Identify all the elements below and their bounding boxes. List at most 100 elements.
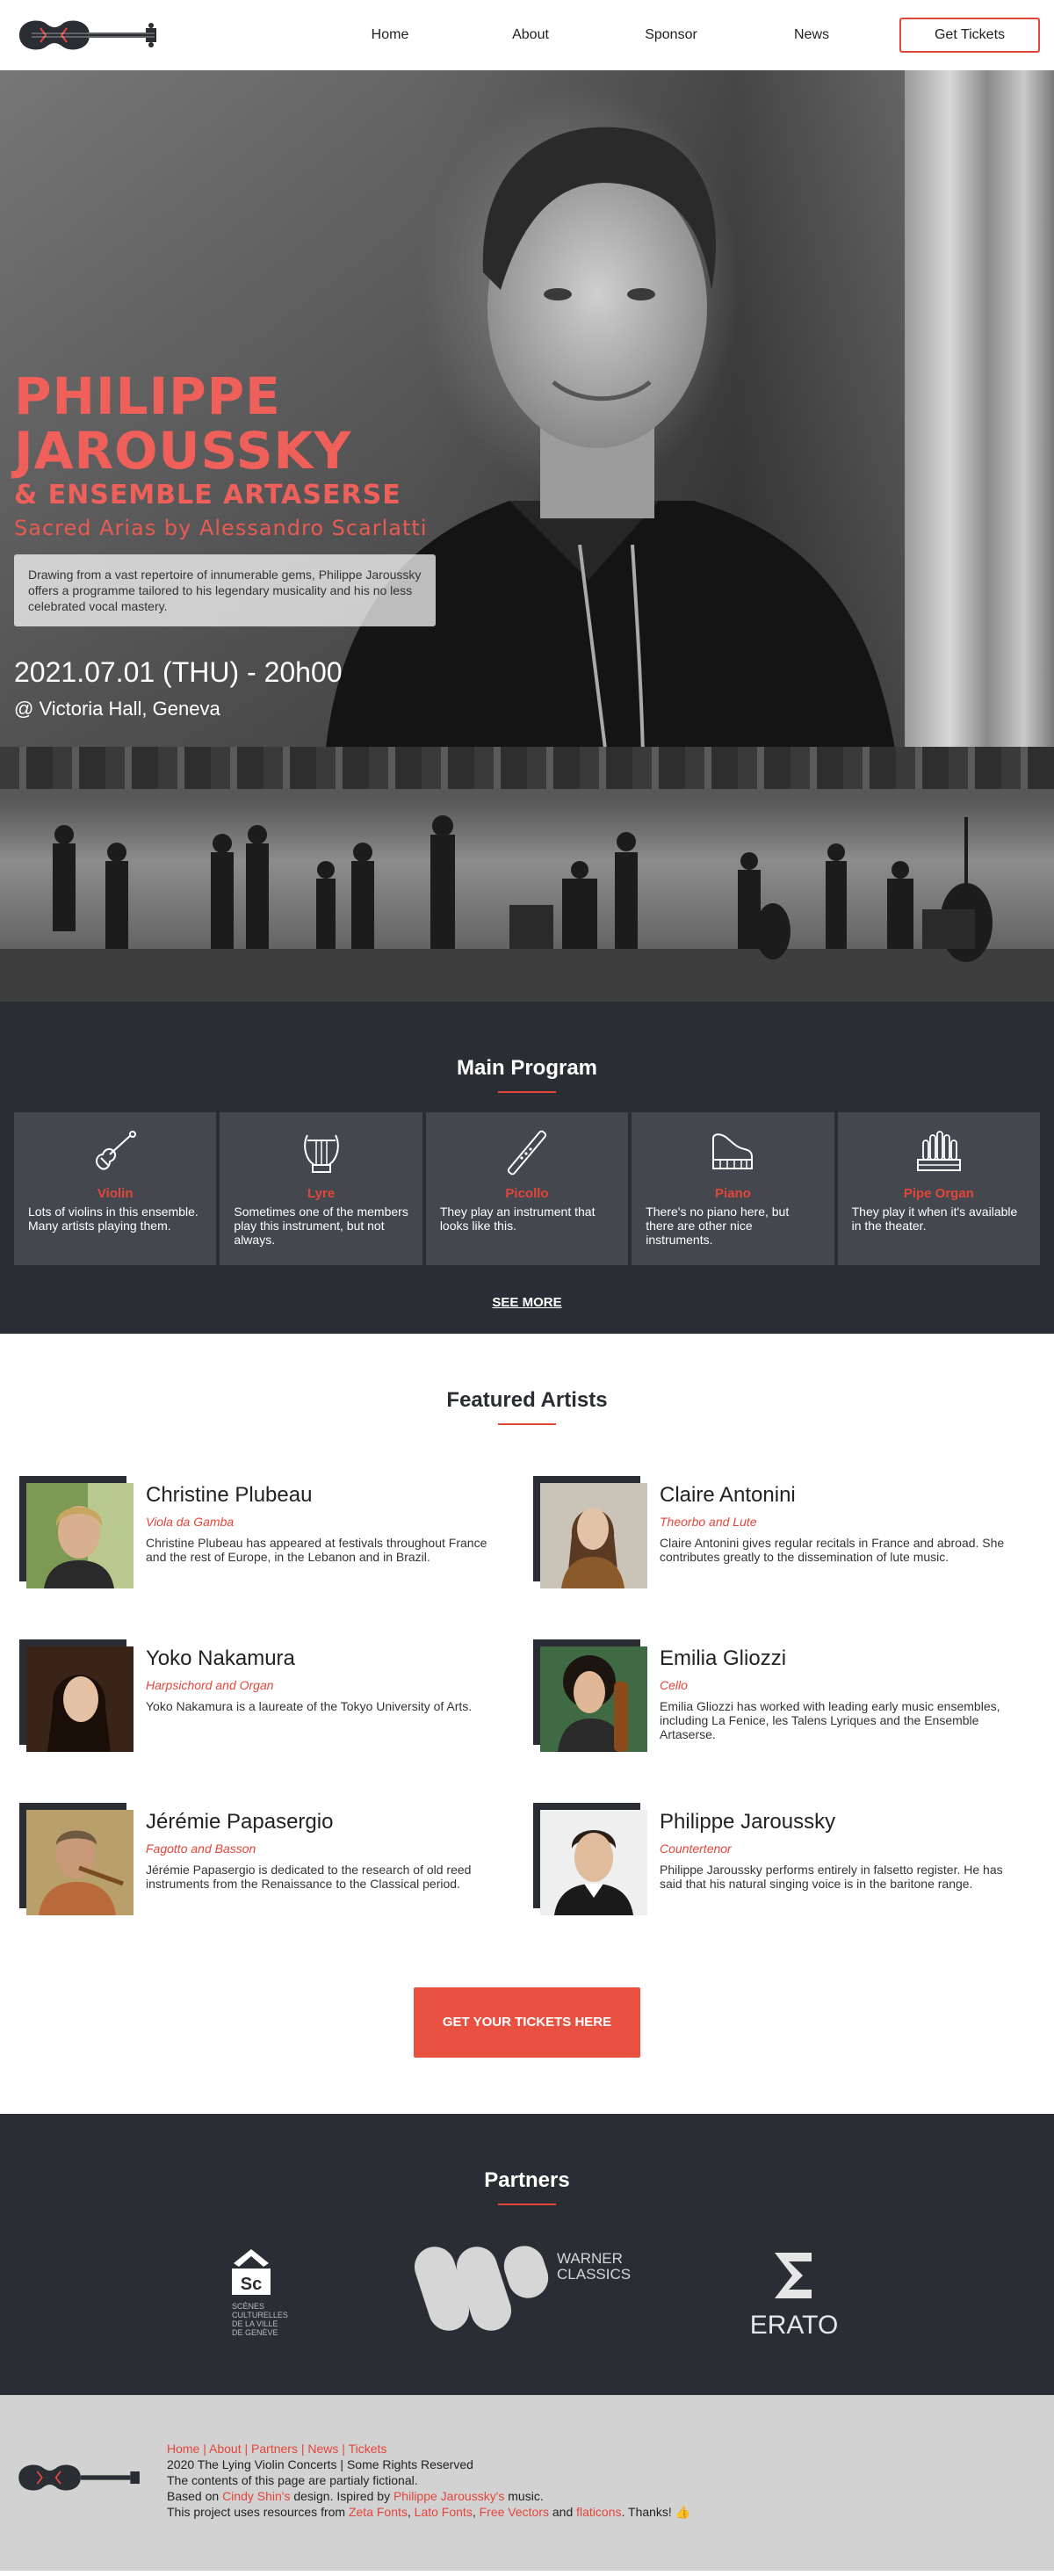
artist-name: Philippe Jaroussky xyxy=(660,1810,836,1834)
artist-card: Jérémie Papasergio Fagotto and Basson Jé… xyxy=(19,1803,533,1915)
cindy-shin-link[interactable]: Cindy Shin's xyxy=(222,2489,290,2503)
artist-photo-frame xyxy=(19,1476,134,1588)
footer-fiction-note: The contents of this page are partialy f… xyxy=(167,2473,418,2487)
partners-section: Partners Sc SCÈNES CULTURELLES DE LA VIL… xyxy=(0,2114,1054,2395)
artist-card: Yoko Nakamura Harpsichord and Organ Yoko… xyxy=(19,1639,533,1752)
erato-logo[interactable]: ERATO xyxy=(750,2253,839,2340)
concert-date: 2021.07.01 (THU) - 20h00 xyxy=(14,656,343,688)
program-desc: There's no piano here, but there are oth… xyxy=(646,1205,790,1247)
artist-role: Countertenor xyxy=(660,1842,732,1856)
artist-role: Viola da Gamba xyxy=(146,1515,235,1529)
artist-bio: Jérémie Papasergio is dedicated to the r… xyxy=(146,1863,472,1891)
violin-logo[interactable] xyxy=(14,9,163,62)
footer-copyright: 2020 The Lying Violin Concerts | Some Ri… xyxy=(167,2457,473,2471)
artist-photo-frame xyxy=(19,1803,134,1915)
sc-logo-text-3: DE LA VILLE xyxy=(232,2319,278,2328)
artist-bio: Emilia Gliozzi has worked with leading e… xyxy=(660,1699,1000,1741)
warner-logo-text-2: CLASSICS xyxy=(557,2266,631,2283)
footer-resources: This project uses resources from Zeta Fo… xyxy=(167,2505,691,2519)
program-card-lyre: Lyre Sometimes one of the members play t… xyxy=(220,1112,422,1265)
artist-card: Christine Plubeau Viola da Gamba Christi… xyxy=(19,1476,533,1588)
artist-card: Claire Antonini Theorbo and Lute Claire … xyxy=(533,1476,1047,1588)
artist-card: Emilia Gliozzi Cello Emilia Gliozzi has … xyxy=(533,1639,1047,1752)
artist-name: Yoko Nakamura xyxy=(146,1646,295,1670)
hero-title: PHILIPPE JAROUSSKY xyxy=(14,366,352,481)
piano-icon xyxy=(712,1133,754,1169)
artist-bio: Philippe Jaroussky performs entirely in … xyxy=(660,1863,1003,1891)
artist-info: Yoko Nakamura Harpsichord and Organ Yoko… xyxy=(146,1639,506,1752)
footer-credits: Based on Cindy Shin's design. Ispired by… xyxy=(167,2489,544,2503)
nav-news[interactable]: News xyxy=(741,27,882,43)
erato-logo-text: ERATO xyxy=(750,2311,839,2340)
artist-role: Cello xyxy=(660,1678,688,1692)
artist-photo-frame xyxy=(533,1803,647,1915)
sc-logo-text-4: DE GENÈVE xyxy=(232,2328,278,2337)
footer-link-news[interactable]: News xyxy=(307,2442,338,2456)
artist-photo xyxy=(540,1810,647,1915)
program-card-violin: Violin Lots of violins in this ensemble.… xyxy=(14,1112,217,1265)
footer-link-home[interactable]: Home xyxy=(167,2442,199,2456)
artist-photo xyxy=(26,1810,134,1915)
sc-logo-mark: Sc xyxy=(241,2275,262,2294)
artist-name: Christine Plubeau xyxy=(146,1483,313,1507)
footer-link-about[interactable]: About xyxy=(209,2442,242,2456)
program-desc: They play an instrument that looks like … xyxy=(439,1205,596,1233)
program-desc: They play it when it's available in the … xyxy=(851,1205,1018,1233)
get-your-tickets-button[interactable]: GET YOUR TICKETS HERE xyxy=(414,1987,640,2058)
hero-program: Sacred Arias by Alessandro Scarlatti xyxy=(14,516,428,540)
free-vectors-link[interactable]: Free Vectors xyxy=(480,2505,549,2519)
artist-info: Philippe Jaroussky Countertenor Philippe… xyxy=(660,1803,1020,1915)
artist-photo-frame xyxy=(19,1639,134,1752)
footer-link-tickets[interactable]: Tickets xyxy=(349,2442,387,2456)
lato-fonts-link[interactable]: Lato Fonts xyxy=(415,2505,473,2519)
program-name: Lyre xyxy=(307,1186,336,1201)
warner-logo-text-1: WARNER xyxy=(557,2250,623,2267)
artist-role: Fagotto and Basson xyxy=(146,1842,256,1856)
main-program-section: Main Program Violin Lots of violins in t… xyxy=(0,1002,1054,1334)
artist-name: Claire Antonini xyxy=(660,1483,796,1507)
artist-bio: Claire Antonini gives regular recitals i… xyxy=(660,1536,1005,1564)
program-desc: Lots of violins in this ensemble. Many a… xyxy=(28,1205,199,1233)
nav-home[interactable]: Home xyxy=(320,27,460,43)
footer-violin-logo[interactable] xyxy=(14,2453,146,2502)
flaticons-link[interactable]: flaticons xyxy=(576,2505,621,2519)
site-header: Home About Sponsor News Get Tickets xyxy=(0,0,1054,70)
artist-role: Theorbo and Lute xyxy=(660,1515,757,1529)
see-more-link[interactable]: SEE MORE xyxy=(492,1295,561,1310)
program-card-piccolo: Picollo They play an instrument that loo… xyxy=(425,1112,629,1265)
hero-text: PHILIPPE JAROUSSKY & ENSEMBLE ARTASERSE … xyxy=(14,369,629,720)
sc-logo-text-2: CULTURELLES xyxy=(232,2311,288,2319)
footer-links: Home | About | Partners | News | Tickets xyxy=(167,2442,387,2456)
artist-photo-frame xyxy=(533,1639,647,1752)
artist-photo-frame xyxy=(533,1476,647,1588)
artist-card: Philippe Jaroussky Countertenor Philippe… xyxy=(533,1803,1047,1915)
site-footer: Home | About | Partners | News | Tickets… xyxy=(0,2395,1054,2571)
program-name: Violin xyxy=(97,1186,134,1201)
sc-geneve-logo[interactable]: Sc SCÈNES CULTURELLES DE LA VILLE DE GEN… xyxy=(232,2249,288,2337)
jaroussky-link[interactable]: Philippe Jaroussky's xyxy=(393,2489,504,2503)
artist-role: Harpsichord and Organ xyxy=(146,1678,274,1692)
nav-sponsor[interactable]: Sponsor xyxy=(601,27,741,43)
hero-section: PHILIPPE JAROUSSKY & ENSEMBLE ARTASERSE … xyxy=(0,70,1054,747)
program-card-piano: Piano There's no piano here, but there a… xyxy=(632,1112,834,1265)
program-name: Piano xyxy=(715,1186,751,1201)
warner-classics-logo[interactable]: WARNER CLASSICS xyxy=(409,2246,631,2336)
artist-photo xyxy=(540,1483,647,1588)
ensemble-photo xyxy=(0,747,1054,1002)
title-underline xyxy=(498,1091,556,1093)
artist-info: Claire Antonini Theorbo and Lute Claire … xyxy=(660,1476,1020,1588)
zeta-fonts-link[interactable]: Zeta Fonts xyxy=(349,2505,408,2519)
featured-artists-title: Featured Artists xyxy=(446,1388,608,1412)
title-underline xyxy=(498,2203,556,2205)
partners-title: Partners xyxy=(484,2168,570,2192)
artist-bio: Christine Plubeau has appeared at festiv… xyxy=(146,1536,487,1564)
footer-link-partners[interactable]: Partners xyxy=(251,2442,298,2456)
get-tickets-button[interactable]: Get Tickets xyxy=(899,18,1040,53)
hero-subtitle: & ENSEMBLE ARTASERSE xyxy=(14,480,401,510)
ensemble-silhouettes xyxy=(0,815,1054,1002)
main-program-title: Main Program xyxy=(456,1056,598,1080)
nav-about[interactable]: About xyxy=(460,27,601,43)
artist-photo xyxy=(26,1646,134,1752)
violin-icon xyxy=(96,1131,137,1170)
artist-name: Jérémie Papasergio xyxy=(146,1810,334,1834)
